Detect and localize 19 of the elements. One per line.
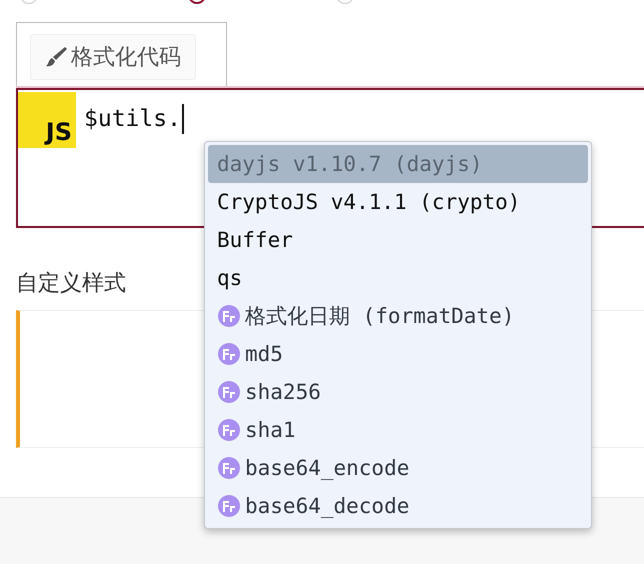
section-title: 自定义样式 [16, 270, 126, 298]
function-icon [217, 494, 241, 518]
suggestion-item[interactable]: qs [208, 259, 588, 297]
suggestion-item[interactable]: 格式化日期 (formatDate) [208, 297, 588, 335]
function-icon [217, 456, 241, 480]
language-badge: JS [18, 92, 76, 148]
code-text: $utils. [84, 104, 184, 134]
suggestion-item[interactable]: CryptoJS v4.1.1 (crypto) [208, 183, 588, 221]
function-icon [217, 304, 241, 328]
suggestion-item[interactable]: sha256 [208, 373, 588, 411]
format-code-button[interactable]: 格式化代码 [30, 34, 196, 80]
suggestion-item[interactable]: md5 [208, 335, 588, 373]
function-icon [217, 380, 241, 404]
function-icon [217, 418, 241, 442]
suggestion-item[interactable]: base64_encode [208, 449, 588, 487]
suggestion-item[interactable]: base64_decode [208, 487, 588, 525]
function-icon [217, 342, 241, 366]
brush-icon [45, 46, 67, 68]
suggestion-item[interactable]: sha1 [208, 411, 588, 449]
